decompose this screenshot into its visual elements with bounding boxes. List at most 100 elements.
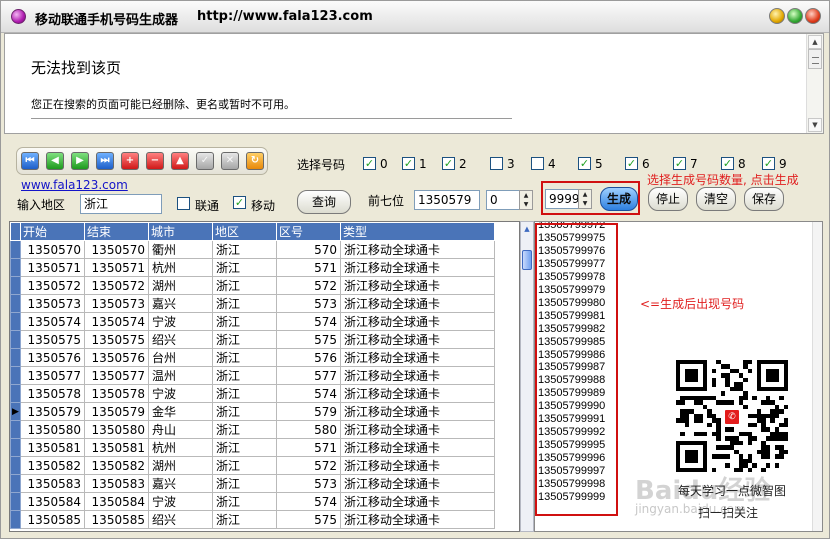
table-row[interactable]: 1350580 1350580 舟山 浙江 580 浙江移动全球通卡 [10, 420, 495, 439]
grid-cell[interactable]: 杭州 [148, 438, 213, 457]
unicom-checkbox[interactable] [177, 197, 190, 210]
grid-cell[interactable]: 浙江 [212, 276, 277, 295]
grid-cell[interactable]: 1350575 [20, 330, 85, 349]
digit-checkbox-6[interactable]: ✓ [625, 157, 638, 170]
grid-cell[interactable]: 1350581 [20, 438, 85, 457]
row-indicator[interactable] [10, 492, 21, 511]
maximize-button[interactable] [787, 8, 803, 24]
table-row[interactable]: 1350571 1350571 杭州 浙江 571 浙江移动全球通卡 [10, 258, 495, 277]
digit-checkbox-1[interactable]: ✓ [402, 157, 415, 170]
table-row[interactable]: 1350584 1350584 宁波 浙江 574 浙江移动全球通卡 [10, 492, 495, 511]
count-spinner[interactable]: ▲ ▼ [578, 189, 592, 209]
digit-checkbox-4[interactable] [531, 157, 544, 170]
grid-cell[interactable]: 1350574 [84, 312, 149, 331]
grid-cell[interactable]: 嘉兴 [148, 294, 213, 313]
grid-cell[interactable]: 1350583 [20, 474, 85, 493]
grid-cell[interactable]: 浙江移动全球通卡 [340, 402, 495, 421]
last-record-icon[interactable]: ⏭ [96, 152, 114, 170]
grid-cell[interactable]: 浙江 [212, 456, 277, 475]
grid-cell[interactable]: 1350582 [20, 456, 85, 475]
insert-record-icon[interactable]: + [121, 152, 139, 170]
grid-cell[interactable]: 浙江 [212, 330, 277, 349]
grid-cell[interactable]: 浙江移动全球通卡 [340, 420, 495, 439]
grid-cell[interactable]: 浙江移动全球通卡 [340, 348, 495, 367]
grid-cell[interactable]: 绍兴 [148, 510, 213, 529]
grid-cell[interactable]: 浙江移动全球通卡 [340, 510, 495, 529]
row-indicator[interactable] [10, 294, 21, 313]
minimize-button[interactable] [769, 8, 785, 24]
scroll-up-icon[interactable]: ▲ [522, 225, 532, 236]
grid-cell[interactable]: 浙江移动全球通卡 [340, 438, 495, 457]
grid-cell[interactable]: 温州 [148, 366, 213, 385]
next-record-icon[interactable]: ▶ [71, 152, 89, 170]
refresh-record-icon[interactable]: ↻ [246, 152, 264, 170]
grid-cell[interactable]: 1350577 [84, 366, 149, 385]
grid-cell[interactable]: 1350570 [20, 240, 85, 259]
table-row[interactable]: 1350574 1350574 宁波 浙江 574 浙江移动全球通卡 [10, 312, 495, 331]
grid-cell[interactable]: 1350580 [20, 420, 85, 439]
grid-cell[interactable]: 572 [276, 456, 341, 475]
edit-record-icon[interactable]: ▲ [171, 152, 189, 170]
grid-cell[interactable]: 浙江 [212, 312, 277, 331]
grid-column-header[interactable]: 区号 [276, 222, 341, 241]
grid-cell[interactable]: 浙江 [212, 384, 277, 403]
spin-up-icon[interactable]: ▲ [520, 191, 532, 200]
region-input[interactable]: 浙江 [80, 194, 162, 214]
cancel-record-icon[interactable]: ✕ [221, 152, 239, 170]
digit-checkbox-7[interactable]: ✓ [673, 157, 686, 170]
grid-cell[interactable]: 1350584 [20, 492, 85, 511]
count-input[interactable]: 9999 [545, 189, 579, 209]
digit-checkbox-0[interactable]: ✓ [363, 157, 376, 170]
grid-cell[interactable]: 571 [276, 258, 341, 277]
grid-cell[interactable]: 1350582 [84, 456, 149, 475]
spin-up-icon[interactable]: ▲ [579, 190, 591, 199]
row-indicator[interactable] [10, 510, 21, 529]
grid-cell[interactable]: 573 [276, 474, 341, 493]
grid-cell[interactable]: 575 [276, 330, 341, 349]
grid-cell[interactable]: 浙江 [212, 294, 277, 313]
grid-cell[interactable]: 台州 [148, 348, 213, 367]
scroll-up-icon[interactable]: ▲ [808, 35, 822, 49]
grid-cell[interactable]: 浙江移动全球通卡 [340, 312, 495, 331]
table-row[interactable]: 1350570 1350570 衢州 浙江 570 浙江移动全球通卡 [10, 240, 495, 259]
table-row[interactable]: 1350581 1350581 杭州 浙江 571 浙江移动全球通卡 [10, 438, 495, 457]
grid-cell[interactable]: 浙江移动全球通卡 [340, 384, 495, 403]
grid-column-header[interactable]: 结束 [84, 222, 149, 241]
grid-scroll-thumb[interactable] [522, 250, 532, 270]
grid-cell[interactable]: 1350578 [20, 384, 85, 403]
row-indicator[interactable] [10, 276, 21, 295]
grid-column-header[interactable]: 地区 [212, 222, 277, 241]
grid-cell[interactable]: 嘉兴 [148, 474, 213, 493]
grid-cell[interactable]: 浙江 [212, 366, 277, 385]
grid-cell[interactable]: 杭州 [148, 258, 213, 277]
grid-cell[interactable]: 1350584 [84, 492, 149, 511]
grid-cell[interactable]: 573 [276, 294, 341, 313]
grid-cell[interactable]: 579 [276, 402, 341, 421]
grid-cell[interactable]: 浙江 [212, 420, 277, 439]
spin-down-icon[interactable]: ▼ [579, 199, 591, 208]
grid-cell[interactable]: 绍兴 [148, 330, 213, 349]
scroll-down-icon[interactable]: ▼ [808, 118, 822, 132]
grid-cell[interactable]: 576 [276, 348, 341, 367]
grid-scrollbar[interactable]: ▲ [520, 221, 534, 532]
table-row[interactable]: 1350575 1350575 绍兴 浙江 575 浙江移动全球通卡 [10, 330, 495, 349]
grid-cell[interactable]: 浙江 [212, 258, 277, 277]
grid-cell[interactable]: 1350578 [84, 384, 149, 403]
clear-button[interactable]: 清空 [696, 187, 736, 211]
grid-cell[interactable]: 1350573 [20, 294, 85, 313]
grid-cell[interactable]: 浙江 [212, 474, 277, 493]
grid-cell[interactable]: 574 [276, 312, 341, 331]
grid-cell[interactable]: 浙江移动全球通卡 [340, 456, 495, 475]
table-row[interactable]: ▶ 1350579 1350579 金华 浙江 579 浙江移动全球通卡 [10, 402, 495, 421]
grid-cell[interactable]: 金华 [148, 402, 213, 421]
grid-cell[interactable]: 1350572 [20, 276, 85, 295]
grid-cell[interactable]: 浙江移动全球通卡 [340, 240, 495, 259]
grid-cell[interactable]: 浙江 [212, 402, 277, 421]
grid-column-header[interactable]: 城市 [148, 222, 213, 241]
output-scrollbar[interactable] [812, 222, 822, 531]
grid-cell[interactable]: 1350583 [84, 474, 149, 493]
row-indicator[interactable] [10, 366, 21, 385]
row-indicator[interactable]: ▶ [10, 402, 21, 421]
grid-cell[interactable]: 1350576 [20, 348, 85, 367]
website-link[interactable]: www.fala123.com [21, 178, 128, 192]
